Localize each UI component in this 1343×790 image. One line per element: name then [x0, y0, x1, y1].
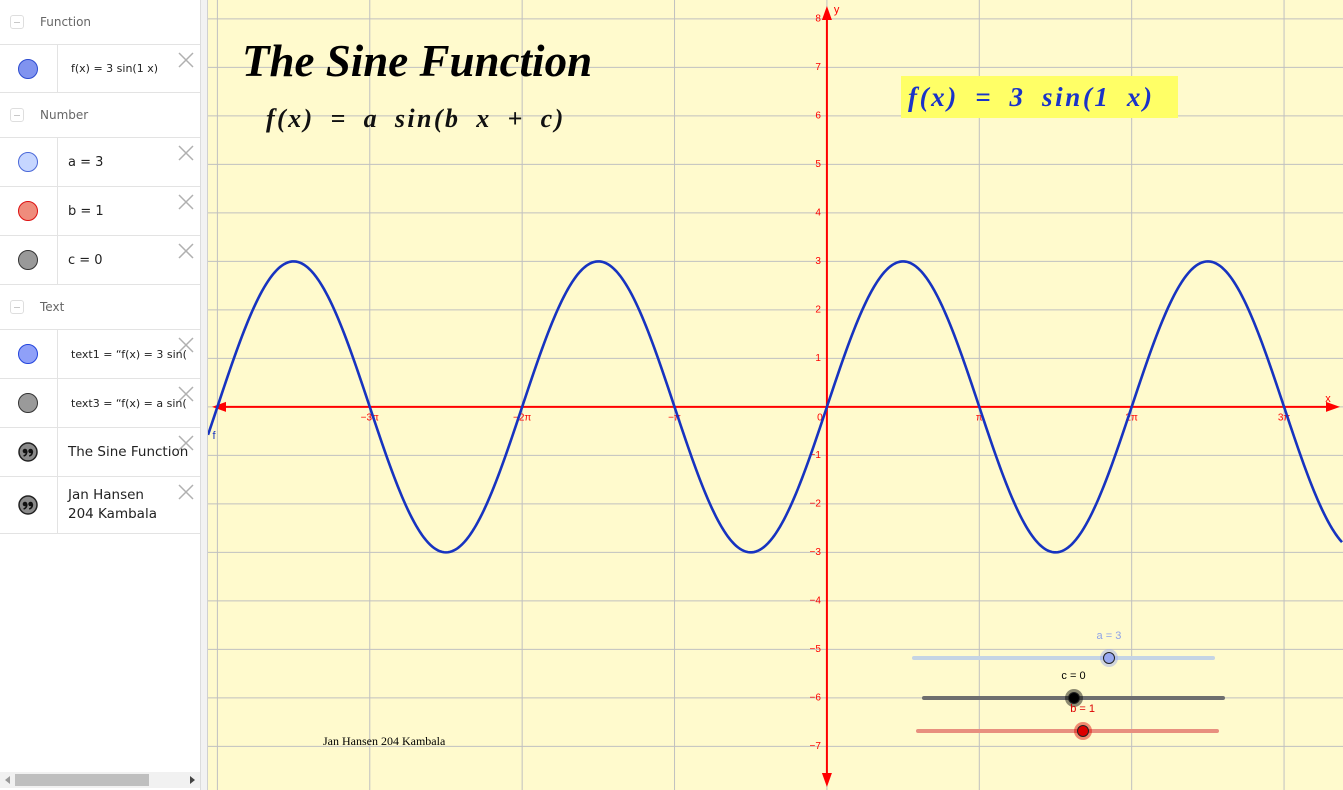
- close-icon[interactable]: [178, 194, 194, 210]
- current-function-text-box[interactable]: f(x) = 3 sin(1 x): [901, 76, 1178, 118]
- close-icon[interactable]: [178, 386, 194, 402]
- graph-title-text[interactable]: The Sine Function: [242, 39, 592, 84]
- algebra-row-text1[interactable]: text1 = “f(x) = 3 sin(: [0, 330, 200, 379]
- author-text[interactable]: Jan Hansen 204 Kambala: [323, 734, 445, 749]
- scrollbar-thumb[interactable]: [15, 774, 149, 786]
- collapse-icon[interactable]: [10, 108, 24, 122]
- horizontal-scrollbar[interactable]: [0, 772, 200, 788]
- algebra-row-text3[interactable]: text3 = “f(x) = a sin(: [0, 379, 200, 428]
- close-icon[interactable]: [178, 243, 194, 259]
- algebra-row-author-text[interactable]: Jan Hansen 204 Kambala: [0, 477, 200, 534]
- algebra-row-text[interactable]: The Sine Function: [68, 428, 188, 476]
- group-header-text[interactable]: Text: [0, 285, 200, 330]
- slider-a[interactable]: a = 3: [912, 630, 1215, 668]
- visibility-dot-icon[interactable]: [18, 152, 38, 172]
- algebra-row-b[interactable]: b = 1: [0, 187, 200, 236]
- visibility-dot-icon[interactable]: [18, 250, 38, 270]
- collapse-icon[interactable]: [10, 15, 24, 29]
- x-tick-label: −3π: [361, 413, 379, 424]
- algebra-row-text[interactable]: f(x) = 3 sin(1 x): [71, 45, 158, 92]
- y-tick-label: 7: [815, 62, 821, 73]
- algebra-row-text[interactable]: a = 3: [68, 138, 103, 186]
- algebra-row-c[interactable]: c = 0: [0, 236, 200, 285]
- slider-label: c = 0: [1061, 670, 1086, 682]
- algebra-row-text[interactable]: text1 = “f(x) = 3 sin(: [71, 330, 187, 378]
- algebra-row-text[interactable]: Jan Hansen 204 Kambala: [68, 477, 173, 533]
- y-tick-label: 1: [815, 353, 821, 364]
- visibility-cell[interactable]: [0, 477, 58, 533]
- y-tick-label: −5: [810, 644, 822, 655]
- y-tick-label: 5: [815, 159, 821, 170]
- algebra-row-a[interactable]: a = 3: [0, 138, 200, 187]
- y-axis-arrow-down-icon: [821, 773, 832, 787]
- y-tick-label: 4: [815, 208, 821, 219]
- y-tick-label: 3: [815, 256, 821, 267]
- visibility-dot-icon[interactable]: [18, 201, 38, 221]
- current-function-text: f(x) = 3 sin(1 x): [908, 82, 1155, 112]
- group-header-number[interactable]: Number: [0, 93, 200, 138]
- graphics-view[interactable]: y x 0 −3π −2π −π π 2π 3π 8 7 6 5 4 3 2 1 −1 −2 −3 −4 −5 −6 −7 f …: [208, 0, 1343, 790]
- close-icon[interactable]: [178, 435, 194, 451]
- visibility-dot-icon[interactable]: [18, 393, 38, 413]
- algebra-row-text[interactable]: b = 1: [68, 187, 104, 235]
- group-header-function[interactable]: Function: [0, 0, 200, 45]
- view-splitter[interactable]: [201, 0, 208, 790]
- y-tick-label: −3: [810, 547, 822, 558]
- x-axis-label: x: [1325, 393, 1331, 405]
- algebra-row-f[interactable]: f(x) = 3 sin(1 x): [0, 45, 200, 93]
- collapse-icon[interactable]: [10, 300, 24, 314]
- general-formula-text[interactable]: f(x) = a sin(b x + c): [266, 106, 566, 132]
- visibility-cell[interactable]: [0, 379, 58, 427]
- visibility-cell[interactable]: [0, 236, 58, 284]
- y-tick-label: 2: [815, 305, 821, 316]
- visibility-cell[interactable]: [0, 187, 58, 235]
- algebra-row-title-text[interactable]: The Sine Function: [0, 428, 200, 477]
- y-tick-label: 8: [815, 14, 821, 25]
- slider-label: a = 3: [1096, 630, 1122, 642]
- slider-knob[interactable]: [1102, 652, 1115, 664]
- slider-label: b = 1: [1070, 703, 1096, 715]
- y-axis-arrow-up-icon: [821, 6, 832, 20]
- function-label[interactable]: f: [212, 430, 216, 442]
- visibility-cell[interactable]: [0, 428, 58, 476]
- visibility-cell[interactable]: [0, 330, 58, 378]
- scroll-right-arrow-icon[interactable]: [190, 776, 195, 784]
- group-label: Function: [40, 15, 92, 29]
- close-icon[interactable]: [178, 337, 194, 353]
- y-tick-label: −4: [810, 596, 822, 607]
- algebra-row-text[interactable]: text3 = “f(x) = a sin(: [71, 379, 187, 427]
- x-tick-label: −2π: [513, 413, 531, 424]
- slider-b[interactable]: b = 1: [916, 703, 1219, 741]
- group-label: Number: [40, 108, 89, 122]
- y-tick-label: −2: [810, 499, 822, 510]
- y-tick-label: −6: [810, 692, 822, 703]
- visibility-cell[interactable]: [0, 45, 58, 92]
- slider-track[interactable]: [916, 729, 1219, 733]
- y-axis-label: y: [834, 4, 840, 16]
- scroll-left-arrow-icon[interactable]: [5, 776, 10, 784]
- slider-knob[interactable]: [1076, 725, 1089, 737]
- visibility-cell[interactable]: [0, 138, 58, 186]
- y-tick-label: 6: [815, 111, 821, 122]
- y-tick-label: −7: [810, 741, 822, 752]
- close-icon[interactable]: [178, 52, 194, 68]
- close-icon[interactable]: [178, 145, 194, 161]
- quote-icon[interactable]: [18, 442, 38, 462]
- close-icon[interactable]: [178, 484, 194, 500]
- group-label: Text: [40, 300, 65, 314]
- visibility-dot-icon[interactable]: [18, 344, 38, 364]
- algebra-row-text[interactable]: c = 0: [68, 236, 103, 284]
- algebra-view: Function f(x) = 3 sin(1 x) Number a = 3 …: [0, 0, 201, 790]
- slider-track[interactable]: [912, 656, 1215, 660]
- quote-icon[interactable]: [18, 495, 38, 515]
- visibility-dot-icon[interactable]: [18, 58, 38, 79]
